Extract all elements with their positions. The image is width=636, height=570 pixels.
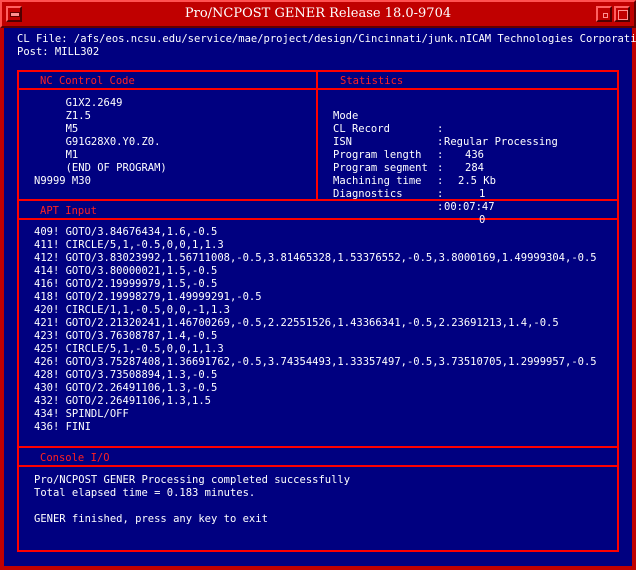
nc-code-line: N9999 M30 [34,175,91,187]
window-frame-right [632,28,636,570]
apt-title-divider [17,218,619,220]
stat-value: 2.5 Kb [458,175,496,187]
console-io-title: Console I/O [40,452,110,464]
apt-line: 434! SPINDL/OFF [34,408,129,420]
nc-code-line: G91G28X0.Y0.Z0. [34,136,161,148]
apt-line: 425! CIRCLE/5,1,-0.5,0,0,1,1.3 [34,343,224,355]
nc-apt-divider [17,199,619,201]
stat-value: 1 [479,188,486,200]
apt-line: 416! GOTO/2.19999979,1.5,-0.5 [34,278,218,290]
maximize-button[interactable] [614,6,630,22]
stat-value: 00:07:47 [444,201,495,213]
stat-value: 436 [465,149,484,161]
top-panels-vertical-divider [316,70,318,201]
window-frame-left [0,28,4,570]
stat-separator: : [437,162,444,174]
minimize-button[interactable] [596,6,612,22]
apt-line: 430! GOTO/2.26491106,1.3,-0.5 [34,382,218,394]
cl-file-path: CL File: /afs/eos.ncsu.edu/service/mae/p… [17,33,636,45]
console-line: GENER finished, press any key to exit [34,513,268,525]
stat-value: 0 [479,214,486,226]
nc-code-line: G1X2.2649 [34,97,123,109]
nc-code-line: (END OF PROGRAM) [34,162,167,174]
apt-line: 428! GOTO/3.73508894,1.3,-0.5 [34,369,218,381]
stat-separator: : [437,136,444,148]
nc-code-line: M5 [34,123,79,135]
stat-value: Regular Processing [444,136,558,148]
nc-code-line: M1 [34,149,79,161]
apt-line: 420! CIRCLE/1,1,-0.5,0,0,-1,1.3 [34,304,230,316]
apt-line: 432! GOTO/2.26491106,1.3,1.5 [34,395,212,407]
statistics-title: Statistics [340,75,404,87]
console-line: Total elapsed time = 0.183 minutes. [34,487,256,499]
stat-separator: : [437,188,444,200]
apt-line: 426! GOTO/3.75287408,1.36691762,-0.5,3.7… [34,356,597,368]
stat-row-diagnostics: Diagnostics : 0 [333,175,485,240]
apt-line: 418! GOTO/2.19998279,1.49999291,-0.5 [34,291,262,303]
apt-line: 423! GOTO/3.76308787,1.4,-0.5 [34,330,218,342]
stat-separator: : [437,175,444,187]
stat-label: Diagnostics [333,188,403,200]
apt-line: 411! CIRCLE/5,1,-0.5,0,0,1,1.3 [34,239,224,251]
stat-separator: : [437,201,444,213]
apt-line: 409! GOTO/3.84676434,1.6,-0.5 [34,226,218,238]
console-line: Pro/NCPOST GENER Processing completed su… [34,474,351,486]
stat-separator: : [437,149,444,161]
apt-line: 421! GOTO/2.21320241,1.46700269,-0.5,2.2… [34,317,559,329]
apt-console-divider [17,446,619,448]
apt-line: 436! FINI [34,421,91,433]
window-titlebar[interactable]: Pro/NCPOST GENER Release 18.0-9704 [0,0,636,28]
stat-value: 284 [465,162,484,174]
apt-line: 414! GOTO/3.80000021,1.5,-0.5 [34,265,218,277]
window-frame-bottom [0,566,636,570]
post-name: Post: MILL302 [17,46,100,58]
window-title: Pro/NCPOST GENER Release 18.0-9704 [184,6,452,21]
apt-line: 412! GOTO/3.83023992,1.56711008,-0.5,3.8… [34,252,597,264]
nc-control-code-title: NC Control Code [40,75,135,87]
apt-input-title: APT Input [40,205,97,217]
nc-code-line: Z1.5 [34,110,91,122]
stat-separator: : [437,123,444,135]
console-title-divider [17,465,619,467]
top-panels-title-divider [17,88,619,90]
